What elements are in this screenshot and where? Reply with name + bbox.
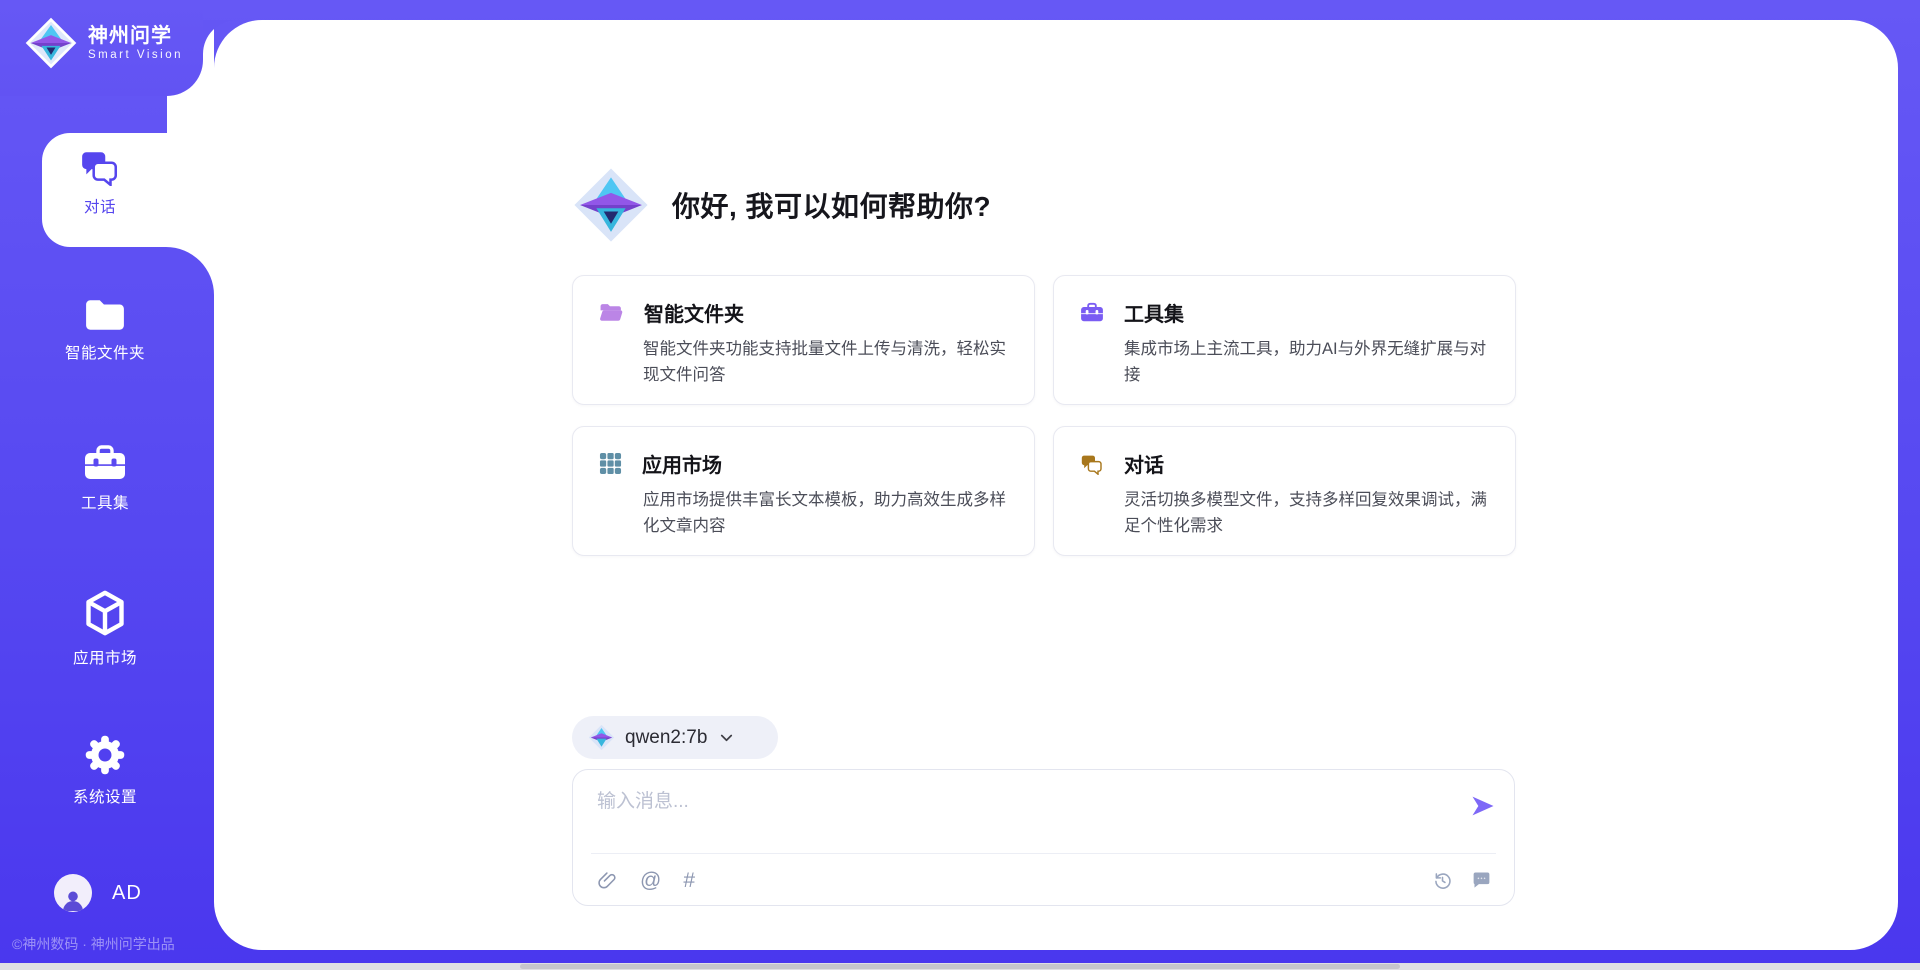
folder-icon — [84, 298, 126, 332]
sidebar-item-label: 智能文件夹 — [30, 341, 180, 363]
message-input[interactable] — [597, 786, 1437, 844]
sidebar-item-label: 工具集 — [30, 491, 180, 513]
card-description: 灵活切换多模型文件，支持多样回复效果调试，满足个性化需求 — [1124, 488, 1489, 539]
sidebar-item-label: 应用市场 — [30, 646, 180, 668]
card-description: 智能文件夹功能支持批量文件上传与清洗，轻松实现文件问答 — [643, 337, 1008, 388]
card-smart-folder[interactable]: 智能文件夹 智能文件夹功能支持批量文件上传与清洗，轻松实现文件问答 — [572, 275, 1035, 405]
brand-diamond-icon — [24, 16, 78, 70]
feedback-button[interactable] — [1471, 870, 1492, 891]
user-initials: AD — [112, 882, 142, 905]
card-app-market[interactable]: 应用市场 应用市场提供丰富长文本模板，助力高效生成多样化文章内容 — [572, 426, 1035, 556]
at-icon: @ — [640, 871, 661, 891]
scrollbar-thumb[interactable] — [520, 964, 1400, 969]
copyright-text: ©神州数码 · 神州问学出品 — [12, 934, 175, 954]
app-grid-icon — [599, 452, 622, 475]
send-button[interactable] — [1468, 792, 1498, 822]
attach-file-button[interactable] — [597, 870, 618, 891]
sidebar-item-smart-folder[interactable]: 智能文件夹 — [30, 298, 180, 363]
sidebar-item-label: 对话 — [42, 195, 158, 217]
gear-icon — [84, 734, 126, 776]
card-chat[interactable]: 对话 灵活切换多模型文件，支持多样回复效果调试，满足个性化需求 — [1053, 426, 1516, 556]
sidebar-item-app-market[interactable]: 应用市场 — [30, 589, 180, 668]
brand-name: 神州问学 — [88, 24, 183, 48]
chat-icon — [79, 148, 121, 186]
greeting-block: 你好, 我可以如何帮助你? — [572, 166, 991, 244]
history-icon — [1432, 870, 1453, 891]
user-account[interactable]: AD — [54, 874, 142, 912]
brand-logo: 神州问学 Smart Vision — [24, 16, 183, 70]
chevron-down-icon — [717, 728, 736, 747]
feedback-chat-icon — [1471, 870, 1492, 891]
briefcase-icon — [1080, 302, 1104, 323]
card-description: 应用市场提供丰富长文本模板，助力高效生成多样化文章内容 — [643, 488, 1008, 539]
sidebar-item-chat-active[interactable]: 对话 — [42, 133, 214, 247]
message-composer: @ # — [572, 769, 1515, 906]
hash-icon: # — [683, 871, 695, 891]
brand-subtitle: Smart Vision — [88, 48, 183, 63]
send-icon — [1469, 792, 1497, 820]
chat-icon — [1080, 453, 1104, 475]
cube-icon — [83, 589, 127, 637]
assistant-diamond-icon — [572, 166, 650, 244]
sidebar-item-settings[interactable]: 系统设置 — [30, 734, 180, 807]
feature-cards: 智能文件夹 智能文件夹功能支持批量文件上传与清洗，轻松实现文件问答 工具集 集成… — [572, 275, 1516, 556]
hashtag-button[interactable]: # — [683, 871, 695, 891]
model-diamond-icon — [588, 724, 615, 751]
card-title: 智能文件夹 — [644, 298, 744, 327]
sidebar-item-label: 系统设置 — [30, 785, 180, 807]
briefcase-icon — [83, 444, 127, 482]
model-selector[interactable]: qwen2:7b — [572, 716, 778, 759]
composer-divider — [591, 853, 1496, 854]
person-icon — [61, 888, 85, 912]
mention-button[interactable]: @ — [640, 871, 661, 891]
sidebar-item-toolset[interactable]: 工具集 — [30, 444, 180, 513]
history-button[interactable] — [1432, 870, 1453, 891]
card-title: 对话 — [1124, 449, 1164, 478]
folder-open-icon — [599, 302, 624, 323]
avatar — [54, 874, 92, 912]
paperclip-icon — [597, 870, 618, 891]
greeting-title: 你好, 我可以如何帮助你? — [672, 185, 991, 225]
card-title: 工具集 — [1124, 298, 1184, 327]
card-title: 应用市场 — [642, 449, 722, 478]
card-toolset[interactable]: 工具集 集成市场上主流工具，助力AI与外界无缝扩展与对接 — [1053, 275, 1516, 405]
main-content: 你好, 我可以如何帮助你? 智能文件夹 智能文件夹功能支持批量文件上传与清洗，轻… — [214, 20, 1898, 950]
model-name: qwen2:7b — [625, 727, 707, 749]
card-description: 集成市场上主流工具，助力AI与外界无缝扩展与对接 — [1124, 337, 1489, 388]
tab-bottom-fillet — [166, 247, 214, 295]
horizontal-scrollbar[interactable] — [0, 963, 1920, 970]
